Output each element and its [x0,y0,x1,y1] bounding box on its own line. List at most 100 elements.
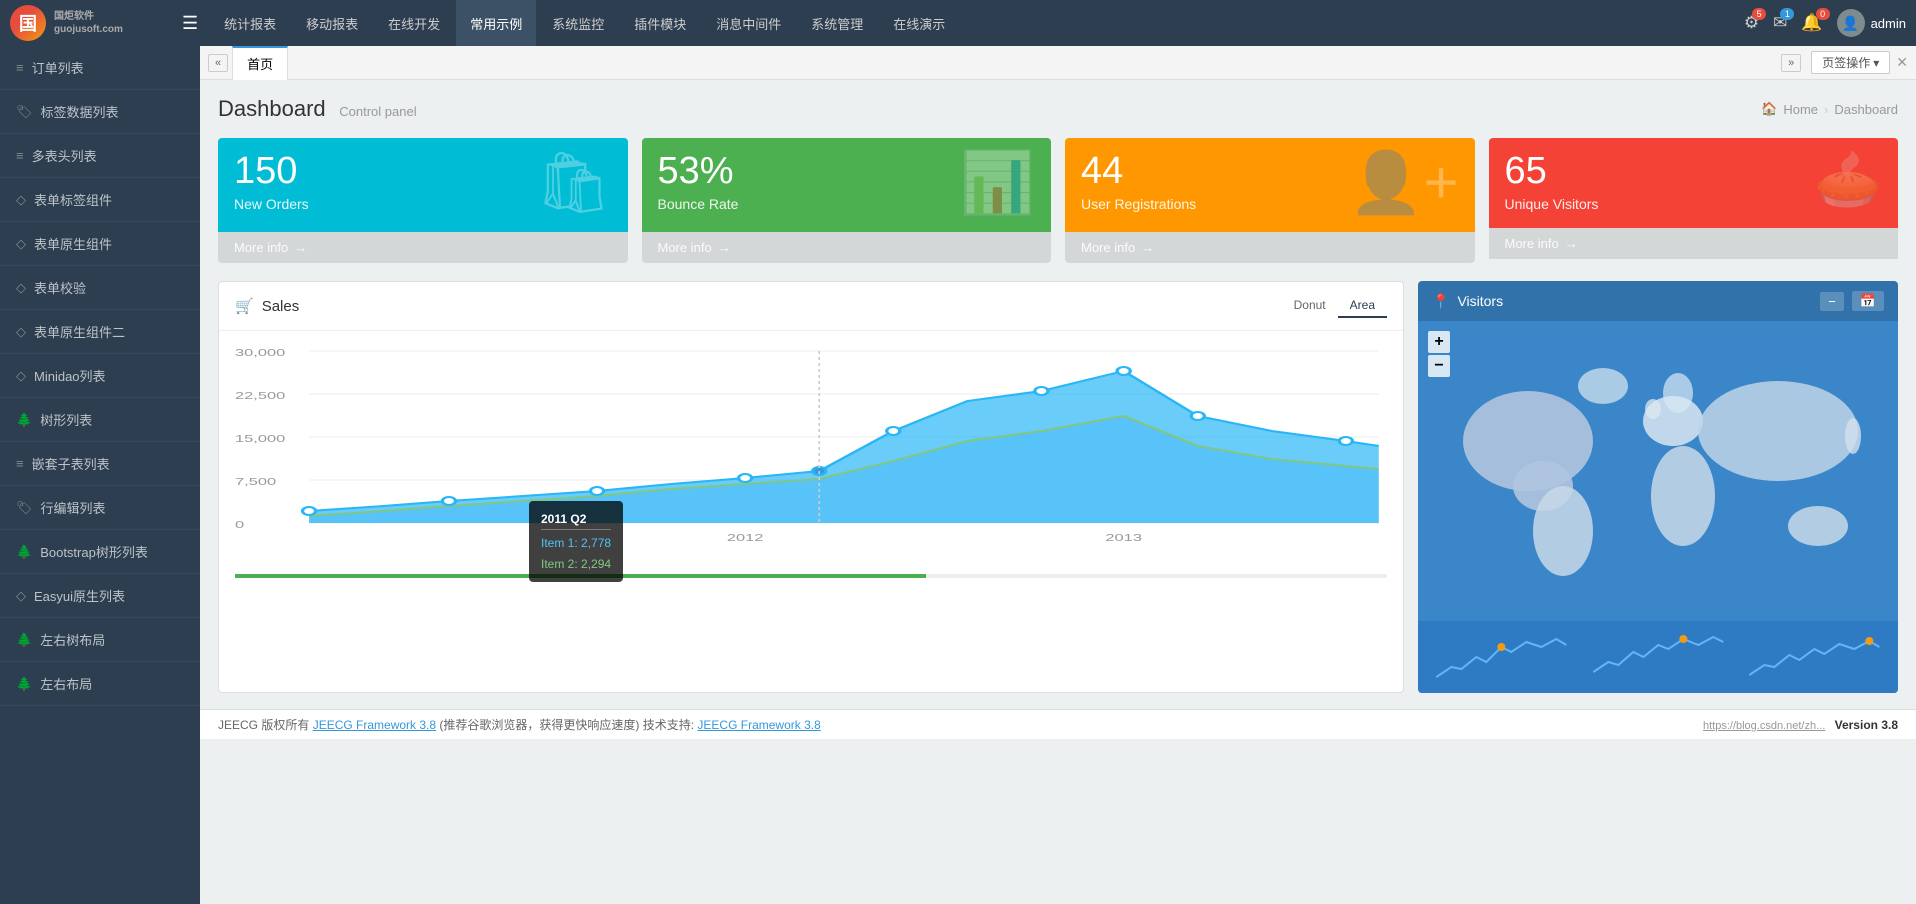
zoom-in-button[interactable]: + [1428,331,1450,353]
top-navigation: 国 国炬软件 guojusoft.com ☰ 统计报表 移动报表 在线开发 常用… [0,0,1916,46]
stat-card-users-footer[interactable]: More info → [1065,232,1475,263]
sidebar-item-row-edit[interactable]: 🏷 行编辑列表 [0,486,200,530]
tab-back-button[interactable]: « [208,54,228,72]
sidebar-label-row-edit: 行编辑列表 [41,498,106,517]
svg-text:2012: 2012 [727,532,764,543]
footer-right: https://blog.csdn.net/zh... Version 3.8 [1703,718,1898,732]
bell-icon[interactable]: 🔔 0 [1801,13,1822,33]
breadcrumb-home[interactable]: Home [1783,102,1818,117]
sidebar-item-orders[interactable]: ≡ 订单列表 [0,46,200,90]
sidebar-item-nested[interactable]: ≡ 嵌套子表列表 [0,442,200,486]
bell-badge: 0 [1816,8,1830,20]
logo: 国 国炬软件 guojusoft.com [10,5,170,41]
footer-middle: (推荐谷歌浏览器，获得更快响应速度) 技术支持: [439,718,694,732]
page-title: Dashboard [218,96,326,121]
tab-right-controls: » 页签操作 ▾ ✕ [1781,51,1908,74]
sidebar-item-form-native[interactable]: ◇ 表单原生组件 [0,222,200,266]
svg-text:22,500: 22,500 [235,390,286,401]
stat-card-orders: 150 New Orders 🛍 More info → [218,138,628,263]
map-minimize-button[interactable]: − [1820,292,1844,311]
sidebar-item-form-native2[interactable]: ◇ 表单原生组件二 [0,310,200,354]
nav-item-monitor[interactable]: 系统监控 [538,0,618,46]
nav-item-examples[interactable]: 常用示例 [456,0,536,46]
footer-link1[interactable]: JEECG Framework 3.8 [313,718,436,732]
email-icon[interactable]: ✉ 1 [1773,13,1787,33]
sparkline-1 [1428,627,1575,687]
sidebar-item-lr[interactable]: 🌲 左右布局 [0,662,200,706]
map-header: 📍 Visitors − 📅 [1418,281,1898,321]
tree-icon-2: 🌲 [16,544,32,560]
tab-home[interactable]: 首页 [232,46,288,80]
diamond-icon-4: ◇ [16,324,26,340]
sidebar-item-form-tag[interactable]: ◇ 表单标签组件 [0,178,200,222]
sidebar-label-easyui: Easyui原生列表 [34,586,125,605]
nav-menu: 统计报表 移动报表 在线开发 常用示例 系统监控 插件模块 消息中间件 系统管理… [210,0,1744,46]
tab-ops-button[interactable]: 页签操作 ▾ [1811,51,1890,74]
chart-tab-area[interactable]: Area [1338,294,1387,318]
version-link[interactable]: https://blog.csdn.net/zh... [1703,720,1825,732]
chart-tabs: Donut Area [1282,294,1387,318]
version-text: Version 3.8 [1835,718,1898,732]
stat-card-orders-body: 150 New Orders 🛍 [218,138,628,232]
chart-progress-bar [235,574,1387,578]
sidebar-label-minidao: Minidao列表 [34,366,106,385]
avatar: 👤 [1837,9,1865,37]
tree-icon-1: 🌲 [16,412,32,428]
nav-item-plugins[interactable]: 插件模块 [620,0,700,46]
map-title: Visitors [1457,293,1503,309]
stat-card-visitors-footer[interactable]: More info → [1489,228,1899,259]
visitors-map-panel: 📍 Visitors − 📅 + − [1418,281,1898,693]
tag-icon: 🏷 [16,104,33,120]
chart-tab-donut[interactable]: Donut [1282,294,1338,318]
diamond-icon-6: ◇ [16,588,26,604]
sidebar-item-lr-tree[interactable]: 🌲 左右树布局 [0,618,200,662]
stat-card-visitors: 65 Unique Visitors 🥧 More info → [1489,138,1899,263]
hamburger-button[interactable]: ☰ [170,13,210,34]
sidebar-item-multiheader[interactable]: ≡ 多表头列表 [0,134,200,178]
nav-item-online-dev[interactable]: 在线开发 [374,0,454,46]
settings-icon[interactable]: ⚙ 5 [1744,13,1759,33]
sidebar: ≡ 订单列表 🏷 标签数据列表 ≡ 多表头列表 ◇ 表单标签组件 ◇ 表单原生组… [0,46,200,904]
nav-item-message[interactable]: 消息中间件 [702,0,795,46]
breadcrumb-current: Dashboard [1834,102,1898,117]
tab-forward-button[interactable]: » [1781,54,1801,72]
sales-chart-svg: 30,000 22,500 15,000 7,500 0 [235,341,1387,561]
nav-item-sysmanage[interactable]: 系统管理 [797,0,877,46]
chart-header: 🛒 Sales Donut Area [219,282,1403,331]
sidebar-item-minidao[interactable]: ◇ Minidao列表 [0,354,200,398]
sidebar-item-tree[interactable]: 🌲 树形列表 [0,398,200,442]
sidebar-item-easyui[interactable]: ◇ Easyui原生列表 [0,574,200,618]
stat-users-label: User Registrations [1081,196,1196,212]
zoom-out-button[interactable]: − [1428,355,1450,377]
sidebar-item-form-validate[interactable]: ◇ 表单校验 [0,266,200,310]
footer-link2[interactable]: JEECG Framework 3.8 [697,718,820,732]
svg-text:0: 0 [235,519,245,530]
tab-ops-arrow: ▾ [1873,56,1879,70]
nav-item-demo[interactable]: 在线演示 [879,0,959,46]
diamond-icon-2: ◇ [16,236,26,252]
sidebar-label-bootstrap-tree: Bootstrap树形列表 [40,542,148,561]
user-menu[interactable]: 👤 admin [1837,9,1906,37]
nav-item-mobile[interactable]: 移动报表 [292,0,372,46]
sparkline-3 [1741,627,1888,687]
main-content: « 首页 » 页签操作 ▾ ✕ Dashboard Control panel [200,46,1916,904]
stat-card-users-body: 44 User Registrations 👤+ [1065,138,1475,232]
tab-bar: « 首页 » 页签操作 ▾ ✕ [200,46,1916,80]
stat-card-orders-footer[interactable]: More info → [218,232,628,263]
sidebar-item-bootstrap-tree[interactable]: 🌲 Bootstrap树形列表 [0,530,200,574]
stat-card-bounce-footer[interactable]: More info → [642,232,1052,263]
tab-close-button[interactable]: ✕ [1896,54,1908,71]
nested-icon: ≡ [16,456,24,471]
chart-title-text: Sales [262,298,300,315]
footer-text: JEECG 版权所有 JEECG Framework 3.8 (推荐谷歌浏览器，… [218,716,821,733]
nav-item-stats[interactable]: 统计报表 [210,0,290,46]
world-map-svg [1418,321,1898,621]
breadcrumb-separator: › [1824,102,1828,117]
map-header-left: 📍 Visitors [1432,293,1503,310]
sidebar-label-tag-data: 标签数据列表 [41,102,119,121]
stat-users-footer-text: More info [1081,240,1135,255]
sidebar-item-tag-data[interactable]: 🏷 标签数据列表 [0,90,200,134]
map-calendar-button[interactable]: 📅 [1852,291,1884,311]
donut-chart-icon: 🥧 [1814,147,1882,212]
email-badge: 1 [1780,8,1794,20]
